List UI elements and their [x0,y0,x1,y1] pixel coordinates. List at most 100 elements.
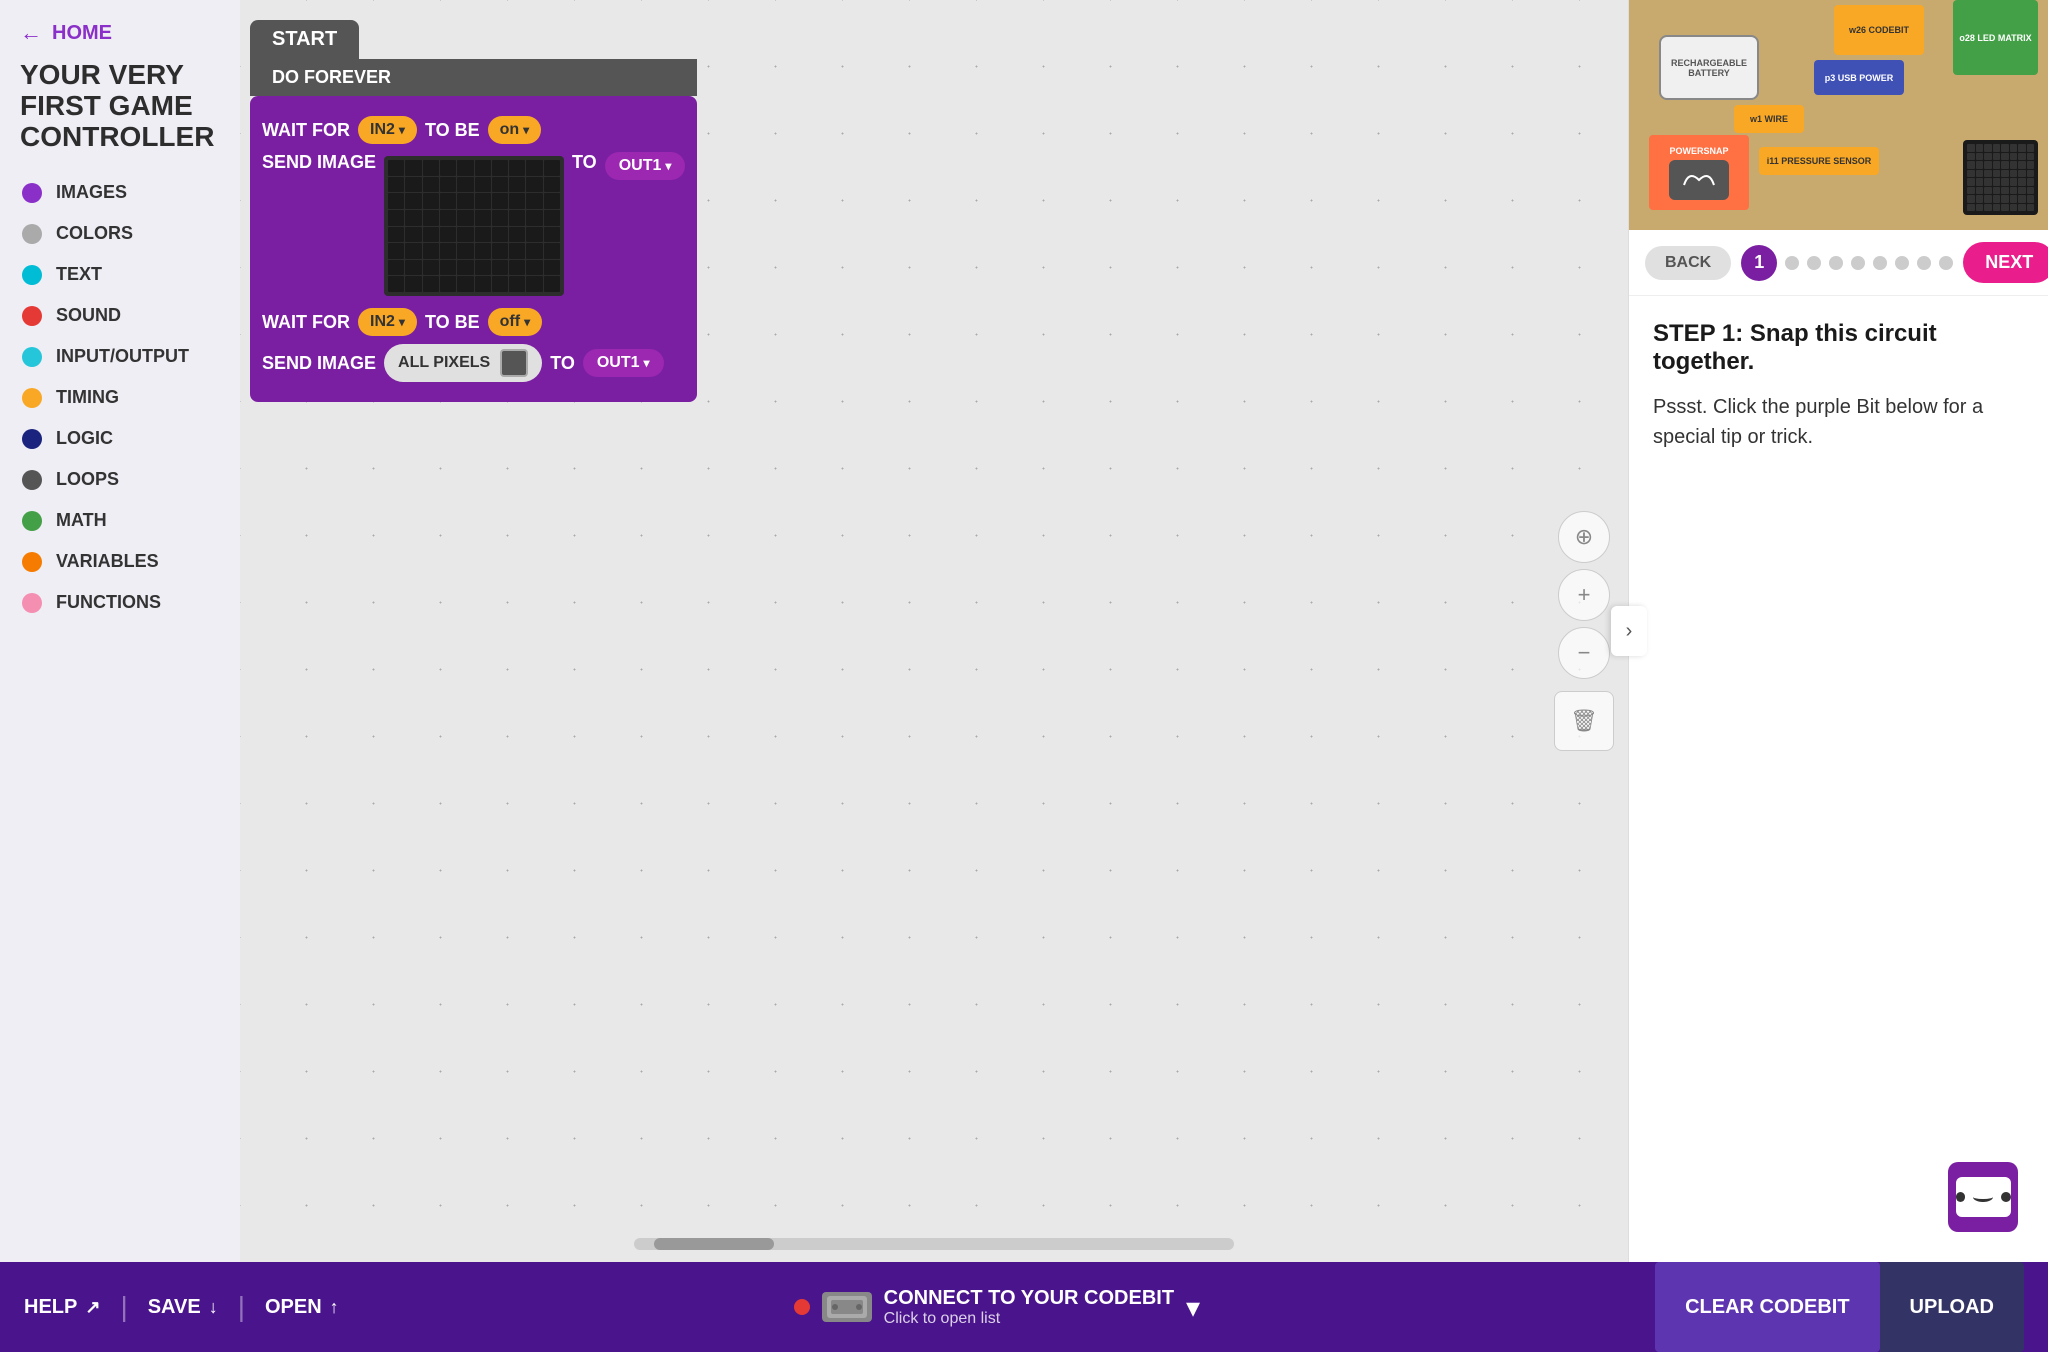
upload-button[interactable]: UPLOAD [1880,1262,2024,1352]
wait-for-row-2: WAIT FOR IN2 ▾ TO BE off ▾ [262,308,685,336]
all-pixels-pill[interactable]: ALL PIXELS [384,344,542,382]
sidebar-item-loops[interactable]: LOOPS [0,459,240,500]
open-button[interactable]: OPEN ↑ [265,1296,339,1319]
blocks-container: START DO FOREVER WAIT FOR IN2 ▾ [250,20,697,402]
colors-dot [22,224,42,244]
out1-dropdown-1[interactable]: OUT1 ▾ [605,152,686,180]
help-button[interactable]: HELP ↗ [24,1296,100,1319]
variables-dot [22,552,42,572]
chevron-down-icon: ▾ [399,123,405,137]
connect-section[interactable]: CONNECT TO YOUR CODEBIT Click to open li… [355,1287,1639,1328]
to-be-label-1: TO BE [425,120,480,141]
zoom-out-button[interactable]: − [1558,627,1610,679]
on-dropdown[interactable]: on ▾ [488,116,542,144]
codebit-component: w26 CODEBIT [1834,5,1924,55]
text-dot [22,265,42,285]
save-button[interactable]: SAVE ↓ [148,1296,218,1319]
math-dot [22,511,42,531]
help-label: HELP [24,1296,77,1319]
connect-dropdown-icon[interactable]: ▾ [1186,1291,1200,1324]
block-outer-container: WAIT FOR IN2 ▾ TO BE on ▾ [250,96,697,402]
sidebar-item-logic[interactable]: LOGIC [0,418,240,459]
step-dot-3 [1807,256,1821,270]
open-icon: ↑ [330,1297,339,1318]
step-dot-9 [1939,256,1953,270]
save-icon: ↓ [209,1297,218,1318]
timing-label: TIMING [56,387,119,408]
loops-dot [22,470,42,490]
canvas-area[interactable]: START DO FOREVER WAIT FOR IN2 ▾ [240,0,1628,1262]
do-forever-block[interactable]: DO FOREVER [250,59,697,96]
panel-toggle-button[interactable]: › [1611,606,1647,656]
wait-for-row-1: WAIT FOR IN2 ▾ TO BE on ▾ [262,116,685,144]
sidebar-item-images[interactable]: IMAGES [0,172,240,213]
sidebar-item-text[interactable]: TEXT [0,254,240,295]
io-label: INPUT/OUTPUT [56,346,189,367]
chevron-down-icon-6: ▾ [644,356,650,370]
mascot-body [1948,1162,2018,1232]
step-dot-7 [1895,256,1909,270]
battery-component: RECHARGEABLE BATTERY [1659,35,1759,100]
timing-dot [22,388,42,408]
back-button[interactable]: BACK [1645,246,1731,280]
sidebar-item-math[interactable]: MATH [0,500,240,541]
connect-status-dot [794,1299,810,1315]
trash-icon: 🗑 [1570,708,1598,734]
wait-for-label-2: WAIT FOR [262,312,350,333]
home-link[interactable]: ← HOME [20,20,220,46]
send-image-label-1: SEND IMAGE [262,152,376,173]
sidebar-nav: IMAGES COLORS TEXT SOUND INPUT/OUTPUT [0,167,240,628]
trash-button[interactable]: 🗑 [1554,691,1614,751]
led-matrix-component: o28 LED MATRIX [1953,0,2038,75]
off-dropdown[interactable]: off ▾ [488,308,542,336]
chevron-down-icon-2: ▾ [523,123,529,137]
sidebar-header: ← HOME YOUR VERY FIRST GAME CONTROLLER [0,0,240,167]
mascot-right-eye [2001,1192,2011,1202]
in2-dropdown-1[interactable]: IN2 ▾ [358,116,417,144]
in2-dropdown-2[interactable]: IN2 ▾ [358,308,417,336]
start-block[interactable]: START [250,20,359,59]
next-button[interactable]: NEXT [1963,242,2048,283]
send-image-row-2: SEND IMAGE ALL PIXELS TO OUT1 ▾ [262,344,685,382]
text-label: TEXT [56,264,102,285]
step-body: Pssst. Click the purple Bit below for a … [1653,392,2024,452]
center-icon: ⊕ [1575,524,1593,550]
sidebar-item-functions[interactable]: FUNCTIONS [0,582,240,623]
to-label-1: TO [572,152,597,173]
center-button[interactable]: ⊕ [1558,511,1610,563]
canvas-controls: ⊕ + − 🗑 [1554,511,1614,751]
to-be-label-2: TO BE [425,312,480,333]
chevron-down-icon-5: ▾ [524,315,530,329]
sidebar-item-input-output[interactable]: INPUT/OUTPUT [0,336,240,377]
image-grid-block[interactable] [384,156,564,296]
mascot-left-eye [1956,1192,1966,1202]
instructions-panel: STEP 1: Snap this circuit together. Psss… [1629,296,2048,1262]
mascot-smile [1973,1192,1993,1202]
canvas-scrollbar[interactable] [634,1238,1234,1250]
app-container: ← HOME YOUR VERY FIRST GAME CONTROLLER I… [0,0,2048,1352]
canvas-scrollbar-thumb [654,1238,774,1250]
functions-label: FUNCTIONS [56,592,161,613]
powersnap-component[interactable]: POWERSNAP [1649,135,1749,210]
sidebar-item-timing[interactable]: TIMING [0,377,240,418]
sidebar-item-sound[interactable]: SOUND [0,295,240,336]
sidebar-item-variables[interactable]: VARIABLES [0,541,240,582]
clear-codebit-button[interactable]: CLEAR CODEBIT [1655,1262,1879,1352]
mascot[interactable] [1948,1162,2028,1242]
back-arrow-icon: ← [20,20,42,46]
open-label: OPEN [265,1296,322,1319]
wait-for-label-1: WAIT FOR [262,120,350,141]
colors-label: COLORS [56,223,133,244]
io-dot [22,347,42,367]
zoom-in-button[interactable]: + [1558,569,1610,621]
connect-title: CONNECT TO YOUR CODEBIT [884,1287,1174,1310]
logic-label: LOGIC [56,428,113,449]
circuit-diagram[interactable]: w26 CODEBIT RECHARGEABLE BATTERY o28 LED… [1629,0,2048,230]
sidebar: ← HOME YOUR VERY FIRST GAME CONTROLLER I… [0,0,240,1262]
right-panel: › w26 CODEBIT RECHARGEABLE BATTERY o28 L… [1628,0,2048,1262]
chevron-down-icon-3: ▾ [665,159,671,173]
sidebar-item-colors[interactable]: COLORS [0,213,240,254]
step-dot-8 [1917,256,1931,270]
out1-dropdown-2[interactable]: OUT1 ▾ [583,349,664,377]
connect-text: CONNECT TO YOUR CODEBIT Click to open li… [884,1287,1174,1328]
